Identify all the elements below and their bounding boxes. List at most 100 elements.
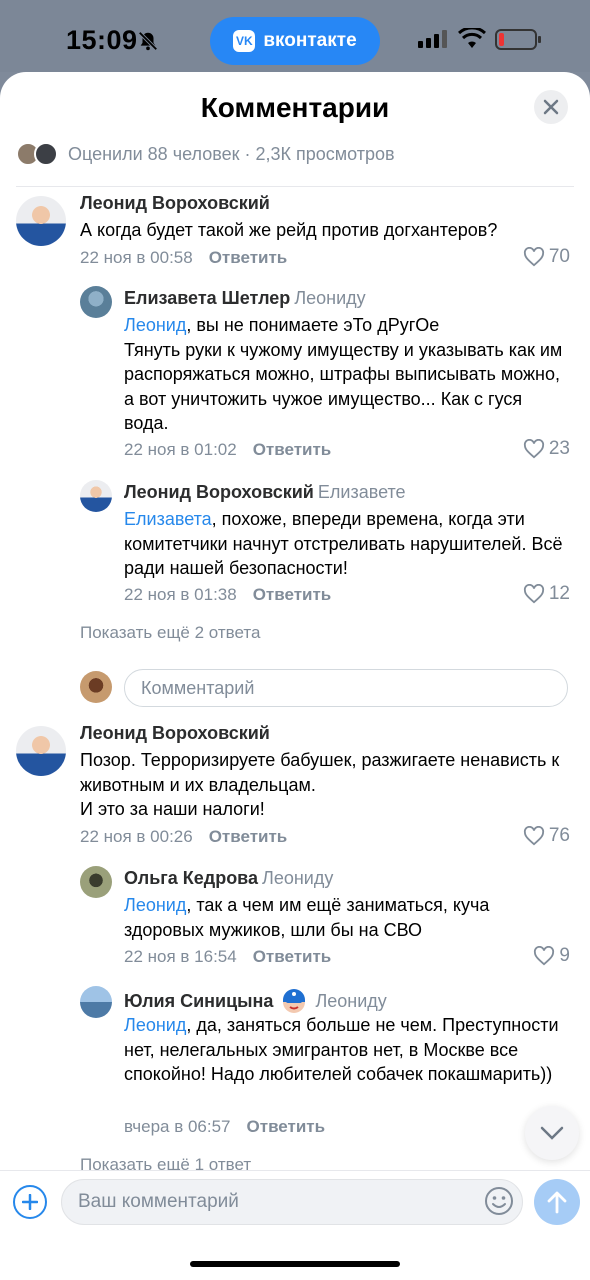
- bell-slash-icon: [138, 31, 158, 51]
- comment-footer: 22 ноя в 01:02 Ответить: [124, 440, 331, 460]
- wifi-icon: [458, 28, 486, 48]
- heart-icon: [523, 826, 544, 846]
- comment-time: вчера в 06:57: [124, 1117, 231, 1136]
- mention-link[interactable]: Леонид: [124, 1015, 186, 1035]
- mention-link[interactable]: Елизавета: [124, 509, 212, 529]
- comment-text-body: , вы не понимаете эТо дРугОе Тянуть руки…: [124, 315, 563, 433]
- comment-author[interactable]: Елизавета Шетлер: [124, 288, 290, 308]
- avatar[interactable]: [80, 866, 112, 898]
- vk-app-pill[interactable]: VK вконтакте: [210, 17, 380, 65]
- status-time: 15:09: [66, 25, 138, 55]
- comment-text-body: , да, заняться больше не чем. Преступнос…: [124, 1015, 559, 1084]
- comment-author[interactable]: Ольга Кедрова: [124, 868, 258, 888]
- like-count: 12: [548, 583, 570, 604]
- comment-time: 22 ноя в 00:58: [80, 248, 193, 267]
- avatar[interactable]: [80, 286, 112, 318]
- avatar[interactable]: [80, 986, 112, 1018]
- plus-icon: [22, 1194, 38, 1210]
- comment-author[interactable]: Юлия Синицына: [124, 991, 273, 1012]
- reply-button[interactable]: Ответить: [209, 827, 288, 846]
- comment-text: Елизавета, похоже, впереди времена, когд…: [124, 507, 570, 581]
- like-button[interactable]: 23: [523, 438, 570, 460]
- vk-logo-icon: VK: [233, 30, 256, 52]
- compose-bar: Ваш комментарий: [0, 1170, 590, 1280]
- avatar[interactable]: [16, 196, 66, 246]
- sheet-title: Комментарии: [200, 92, 390, 123]
- comment-text: Позор. Терроризируете бабушек, разжигает…: [80, 748, 570, 822]
- comment-footer: 22 ноя в 16:54 Ответить: [124, 947, 331, 967]
- like-button[interactable]: 9: [533, 945, 570, 967]
- reply-to-label[interactable]: Леониду: [315, 991, 386, 1012]
- vk-app-label: вконтакте: [263, 30, 357, 51]
- comment-author[interactable]: Леонид Вороховский: [80, 193, 270, 213]
- comment-text: Леонид, вы не понимаете эТо дРугОе Тянут…: [124, 313, 570, 436]
- like-count: 23: [548, 438, 570, 459]
- superhero-badge-icon: [283, 989, 306, 1013]
- close-icon: [543, 99, 559, 115]
- comment-text-body: Позор. Терроризируете бабушек, разжигает…: [80, 750, 560, 819]
- show-more-replies[interactable]: Показать ещё 2 ответа: [80, 623, 260, 643]
- comment-time: 22 ноя в 16:54: [124, 947, 237, 966]
- reply-button[interactable]: Ответить: [209, 248, 288, 267]
- liker-avatars: [16, 142, 60, 166]
- emoji-icon[interactable]: [484, 1186, 514, 1216]
- comment-header: Леонид Вороховский: [80, 723, 270, 744]
- like-count: 70: [548, 246, 570, 267]
- status-bar: 15:09 VK вконтакте: [0, 0, 590, 72]
- close-button[interactable]: [534, 90, 568, 124]
- comment-time: 22 ноя в 00:26: [80, 827, 193, 846]
- attach-button[interactable]: [13, 1185, 47, 1219]
- reply-button[interactable]: Ответить: [253, 585, 332, 604]
- comment-text: Леонид, да, заняться больше не чем. Прес…: [124, 1013, 570, 1087]
- comment-footer: вчера в 06:57 Ответить: [124, 1117, 325, 1137]
- reactions-summary[interactable]: Оценили 88 человек · 2,3К просмотров: [16, 142, 395, 166]
- like-count: 76: [548, 825, 570, 846]
- comment-header: Елизавета Шетлер Леониду: [124, 288, 366, 309]
- arrow-up-icon: [547, 1191, 567, 1214]
- comment-footer: 22 ноя в 00:58 Ответить: [80, 248, 287, 268]
- reactions-views-text: Оценили 88 человек · 2,3К просмотров: [68, 143, 395, 164]
- comment-header: Леонид Вороховский: [80, 193, 270, 214]
- heart-icon: [523, 439, 544, 459]
- comment-header: Ольга Кедрова Леониду: [124, 868, 333, 889]
- like-button[interactable]: 70: [523, 246, 570, 268]
- avatar[interactable]: [16, 726, 66, 776]
- like-count: 9: [559, 945, 570, 966]
- comment-text-body: А когда будет такой же рейд против догха…: [80, 220, 498, 240]
- home-indicator: [190, 1261, 400, 1267]
- comments-sheet: Комментарии Оценили 88 человек · 2,3К пр…: [0, 72, 590, 1280]
- divider: [16, 186, 574, 187]
- mention-link[interactable]: Леонид: [124, 315, 186, 335]
- avatar: [80, 671, 112, 703]
- comment-author[interactable]: Леонид Вороховский: [124, 482, 314, 502]
- reply-to-label[interactable]: Елизавете: [318, 482, 406, 502]
- comment-footer: 22 ноя в 01:38 Ответить: [124, 585, 331, 605]
- battery-low-icon: [495, 29, 541, 50]
- reply-button[interactable]: Ответить: [253, 947, 332, 966]
- scroll-down-button[interactable]: [525, 1106, 579, 1160]
- reply-button[interactable]: Ответить: [247, 1117, 326, 1136]
- like-button[interactable]: 76: [523, 825, 570, 847]
- inline-comment-input[interactable]: Комментарий: [124, 669, 568, 707]
- reply-button[interactable]: Ответить: [253, 440, 332, 459]
- comment-text: Леонид, так а чем им ещё заниматься, куч…: [124, 893, 570, 942]
- chevron-down-icon: [540, 1126, 564, 1140]
- reply-to-label[interactable]: Леониду: [294, 288, 365, 308]
- comment-time: 22 ноя в 01:02: [124, 440, 237, 459]
- avatar: [34, 142, 58, 166]
- heart-icon: [523, 584, 544, 604]
- comment-text: А когда будет такой же рейд против догха…: [80, 218, 570, 243]
- like-button[interactable]: 12: [523, 583, 570, 605]
- comment-header: Юлия Синицына Леониду: [124, 988, 387, 1014]
- heart-icon: [534, 946, 555, 966]
- signal-icon: [418, 30, 447, 48]
- send-button[interactable]: [534, 1179, 580, 1225]
- avatar[interactable]: [80, 480, 112, 512]
- comment-footer: 22 ноя в 00:26 Ответить: [80, 827, 287, 847]
- comment-input[interactable]: Ваш комментарий: [61, 1179, 523, 1225]
- mention-link[interactable]: Леонид: [124, 895, 186, 915]
- comment-time: 22 ноя в 01:38: [124, 585, 237, 604]
- comment-author[interactable]: Леонид Вороховский: [80, 723, 270, 743]
- reply-to-label[interactable]: Леониду: [262, 868, 333, 888]
- comment-header: Леонид Вороховский Елизавете: [124, 482, 406, 503]
